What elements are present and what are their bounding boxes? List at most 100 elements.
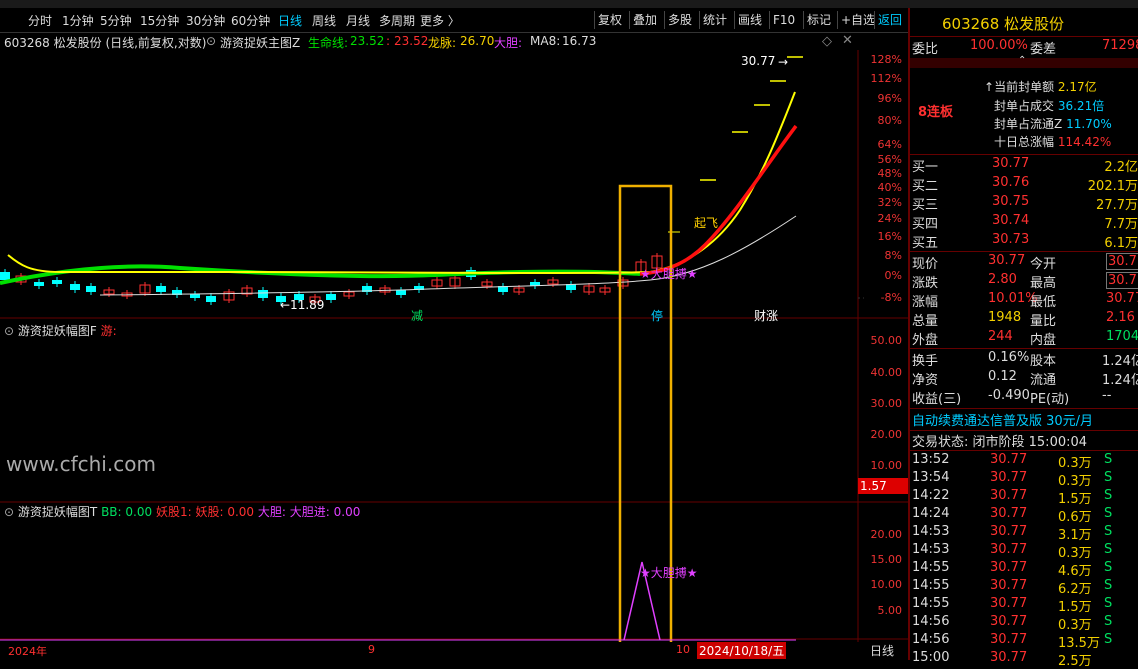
bid-row[interactable]: 买二 30.76 202.1万: [912, 175, 1138, 194]
tick-volume: 0.3万: [1058, 456, 1092, 471]
stat2-label: 股本: [1030, 354, 1057, 369]
bid-row[interactable]: 买五 30.73 6.1万: [912, 232, 1138, 251]
mark-button[interactable]: 标记: [803, 11, 834, 29]
main-indicator-name[interactable]: 游资捉妖主图Z: [220, 34, 300, 51]
marker-caizhang: 财涨: [754, 309, 779, 323]
red-line-value: 23.52: [394, 34, 429, 48]
f10-button[interactable]: F10: [769, 11, 798, 29]
period-daily[interactable]: 日线: [278, 12, 302, 29]
trade-status: 交易状态: 闭市阶段 15:00:04: [912, 435, 1088, 450]
stat-value: 30.77: [1106, 291, 1138, 306]
collapse-icon[interactable]: ⌃: [1018, 55, 1026, 66]
main-price-axis: 128% 112% 96% 80% 64% 56% 48% 40% 32% 24…: [860, 50, 906, 320]
tick-price: 30.77: [990, 542, 1028, 557]
back-button[interactable]: 返回: [874, 11, 905, 29]
fengdan-lt-label: 封单占流通Z: [994, 117, 1063, 131]
tick-time: 14:24: [912, 506, 950, 521]
main-chart-info: 603268 松发股份 (日线,前复权,对数): [4, 36, 207, 50]
tick-side: S: [1104, 542, 1113, 557]
pin-icon[interactable]: ◇: [822, 34, 832, 49]
axis-tick: 20.00: [870, 428, 903, 441]
fengdan-cj-value: 36.21倍: [1057, 99, 1105, 113]
tick-side: S: [1104, 524, 1113, 539]
indicator-menu-icon[interactable]: ⊙: [206, 34, 216, 48]
axis-tick: 15.00: [870, 553, 903, 566]
tick-volume: 0.3万: [1058, 474, 1092, 489]
tick-side: S: [1104, 560, 1113, 575]
stat-label: 涨幅: [912, 295, 939, 310]
tick-time: 14:56: [912, 614, 950, 629]
bid-row[interactable]: 买一 30.77 2.2亿: [912, 156, 1138, 175]
period-monthly[interactable]: 月线: [346, 12, 370, 29]
fuquan-button[interactable]: 复权: [594, 11, 625, 29]
tick-price: 30.77: [990, 488, 1028, 503]
stat2-value: 0.12: [988, 369, 1017, 384]
stat2-row: 净资 0.12 流通 1.24亿: [912, 369, 1138, 388]
bid-row[interactable]: 买四 30.74 7.7万: [912, 213, 1138, 232]
period-weekly[interactable]: 周线: [312, 12, 336, 29]
overlay-button[interactable]: 叠加: [629, 11, 660, 29]
ma8-value: 16.73: [562, 34, 597, 48]
period-multi[interactable]: 多周期: [379, 12, 415, 29]
tick-volume: 1.5万: [1058, 600, 1092, 615]
sub2-indicator-name[interactable]: 游资捉妖幅图T: [18, 505, 97, 519]
sub1-indicator-name[interactable]: 游资捉妖幅图F: [18, 324, 97, 338]
tick-time: 15:00: [912, 650, 950, 665]
tick-time: 14:56: [912, 632, 950, 647]
period-60min[interactable]: 60分钟: [231, 12, 270, 29]
draw-line-button[interactable]: 画线: [734, 11, 765, 29]
close-icon[interactable]: ✕: [842, 33, 853, 48]
tick-time: 13:52: [912, 452, 950, 467]
tick-price: 30.77: [990, 632, 1028, 647]
collapse-bar[interactable]: ⌃: [910, 55, 1138, 68]
stats-button[interactable]: 统计: [699, 11, 730, 29]
bid-volume: 202.1万: [1087, 179, 1138, 194]
quote-panel: 603268 松发股份 委比 100.00% 委差 71298 ⌃ 8连板 ↑当…: [908, 8, 1138, 669]
promo-link[interactable]: 自动续费通达信普及版 30元/月: [912, 410, 1093, 429]
stat-row: 涨幅10.01%最低30.77: [912, 291, 1138, 310]
tick-row: 14:53 30.77 0.3万 S: [912, 542, 1138, 561]
period-more[interactable]: 更多 〉: [420, 12, 460, 29]
period-toolbar: 分时 1分钟 5分钟 15分钟 30分钟 60分钟 日线 周线 月线 多周期 更…: [0, 8, 908, 33]
tick-volume: 3.1万: [1058, 528, 1092, 543]
red-line-label: :: [386, 34, 391, 48]
bold-catch-label-sub: ★大胆搏★: [640, 566, 698, 580]
tick-row: 14:56 30.77 13.5万 S: [912, 632, 1138, 651]
axis-tick: 64%: [877, 138, 902, 151]
chart-canvas[interactable]: [0, 50, 908, 658]
stat2-label: 收益(三): [912, 392, 962, 407]
stat2-value: 0.16%: [988, 350, 1030, 365]
stat-label: 涨跌: [912, 276, 939, 291]
period-30min[interactable]: 30分钟: [186, 12, 225, 29]
period-15min[interactable]: 15分钟: [140, 12, 179, 29]
sub2-menu-icon[interactable]: ⊙: [4, 505, 14, 519]
stat-label: 总量: [912, 314, 939, 329]
period-1min[interactable]: 1分钟: [62, 12, 94, 29]
life-line-value: 23.52: [350, 34, 385, 48]
axis-tick: 48%: [877, 167, 902, 180]
stat-row: 涨跌 2.80 最高 30.77: [912, 272, 1138, 291]
tick-time: 13:54: [912, 470, 950, 485]
candles-group: [0, 253, 663, 305]
weicha-label: 委差: [1030, 42, 1057, 57]
takeoff-label: 起飞: [694, 216, 719, 230]
stat2-value: 1.24亿: [1102, 354, 1138, 369]
period-5min[interactable]: 5分钟: [100, 12, 132, 29]
stat2-label: 换手: [912, 354, 939, 369]
multi-stock-button[interactable]: 多股: [664, 11, 695, 29]
tick-price: 30.77: [990, 614, 1028, 629]
add-watchlist-button[interactable]: +自选: [837, 11, 878, 29]
tick-volume: 0.3万: [1058, 546, 1092, 561]
stat-value: 1704: [1106, 329, 1138, 344]
weibi-value: 100.00%: [970, 38, 1028, 53]
tick-time: 14:53: [912, 524, 950, 539]
tick-volume: 1.5万: [1058, 492, 1092, 507]
stat-value: 244: [988, 329, 1013, 344]
dadanjin-label: 大胆进:: [289, 505, 330, 519]
period-fenshi[interactable]: 分时: [28, 12, 52, 29]
sub1-menu-icon[interactable]: ⊙: [4, 324, 14, 338]
axis-tick: 8%: [884, 249, 902, 262]
bid-row[interactable]: 买三 30.75 27.7万: [912, 194, 1138, 213]
axis-tick: 0%: [884, 269, 902, 282]
bid-label: 买一: [912, 160, 939, 175]
